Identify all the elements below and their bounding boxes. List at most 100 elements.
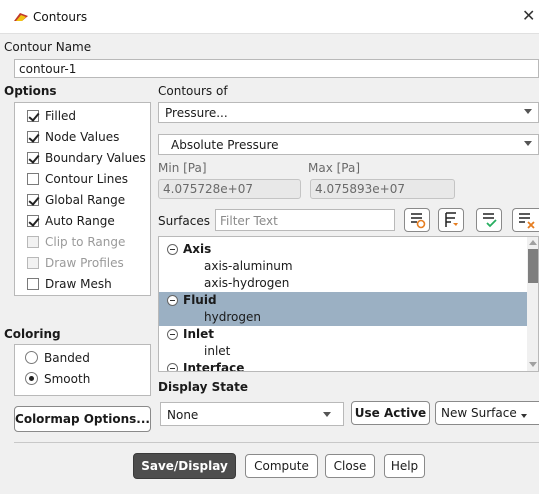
deselect-surfaces-button[interactable] bbox=[438, 208, 464, 232]
option-label: Draw Mesh bbox=[45, 276, 112, 291]
checkbox-icon[interactable] bbox=[27, 172, 39, 185]
check-surfaces-button[interactable] bbox=[476, 208, 502, 232]
list-flag-icon bbox=[445, 212, 458, 227]
collapse-icon[interactable] bbox=[167, 363, 178, 371]
contour-name-label: Contour Name bbox=[4, 40, 92, 54]
new-surface-label: New Surface bbox=[441, 406, 517, 420]
tree-label: Interface bbox=[183, 361, 245, 372]
coloring-label: Coloring bbox=[4, 327, 61, 341]
tree-item[interactable]: inlet bbox=[159, 343, 527, 360]
option-label: Auto Range bbox=[45, 213, 115, 228]
surfaces-tree[interactable]: Axis axis-aluminum axis-hydrogen Fluid hydro… bbox=[158, 236, 539, 372]
coloring-group: Banded Smooth bbox=[14, 344, 151, 396]
options-label: Options bbox=[4, 84, 57, 98]
new-surface-button[interactable]: New Surface bbox=[435, 401, 539, 425]
tree-label: hydrogen bbox=[204, 310, 261, 324]
chevron-down-icon bbox=[524, 141, 532, 146]
list-check-icon bbox=[483, 213, 497, 228]
checkbox-icon[interactable] bbox=[27, 193, 39, 206]
option-global-range[interactable]: Global Range bbox=[27, 189, 150, 210]
option-label: Global Range bbox=[45, 192, 126, 207]
tree-group-interface[interactable]: Interface bbox=[159, 360, 527, 372]
collapse-icon[interactable] bbox=[167, 295, 178, 306]
contours-of-subquantity-value: Absolute Pressure bbox=[171, 138, 279, 152]
contours-of-label: Contours of bbox=[158, 84, 228, 98]
checkbox-icon[interactable] bbox=[27, 277, 39, 290]
contour-name-input[interactable]: contour-1 bbox=[14, 59, 539, 78]
display-state-value: None bbox=[167, 408, 199, 422]
surfaces-filter-input[interactable]: Filter Text bbox=[215, 209, 395, 231]
coloring-smooth[interactable]: Smooth bbox=[25, 368, 150, 389]
options-group: Filled Node Values Boundary Values Contour … bbox=[14, 102, 151, 296]
list-clear-icon bbox=[519, 213, 535, 229]
min-label: Min [Pa] bbox=[158, 161, 207, 175]
surfaces-label: Surfaces bbox=[158, 214, 210, 228]
use-active-button[interactable]: Use Active bbox=[351, 401, 430, 425]
colormap-options-button[interactable]: Colormap Options... bbox=[14, 406, 151, 432]
tree-group-axis[interactable]: Axis bbox=[159, 241, 527, 258]
option-label: Boundary Values bbox=[45, 150, 146, 165]
radio-icon[interactable] bbox=[25, 351, 38, 364]
compute-button[interactable]: Compute bbox=[245, 454, 318, 478]
chevron-down-icon bbox=[323, 412, 331, 417]
checkbox-icon bbox=[27, 235, 39, 248]
option-label: Filled bbox=[45, 108, 77, 123]
window-title: Contours bbox=[33, 10, 88, 24]
collapse-icon[interactable] bbox=[167, 244, 178, 255]
tree-label: Axis bbox=[183, 242, 212, 256]
min-value-field: 4.075728e+07 bbox=[158, 179, 301, 199]
tree-label: Fluid bbox=[183, 293, 217, 307]
max-value-field: 4.075893e+07 bbox=[310, 179, 455, 199]
option-draw-mesh[interactable]: Draw Mesh bbox=[27, 273, 150, 294]
option-filled[interactable]: Filled bbox=[27, 105, 150, 126]
fluent-app-icon bbox=[14, 13, 28, 21]
scroll-down-icon[interactable] bbox=[529, 362, 537, 367]
checkbox-icon[interactable] bbox=[27, 214, 39, 227]
collapse-icon[interactable] bbox=[167, 329, 178, 340]
display-state-select[interactable]: None bbox=[160, 402, 344, 426]
tree-label: axis-hydrogen bbox=[204, 276, 290, 290]
option-draw-profiles: Draw Profiles bbox=[27, 252, 150, 273]
tree-item[interactable]: axis-hydrogen bbox=[159, 275, 527, 292]
option-boundary-values[interactable]: Boundary Values bbox=[27, 147, 150, 168]
help-button[interactable]: Help bbox=[384, 454, 425, 478]
display-state-label: Display State bbox=[158, 380, 248, 394]
option-label: Clip to Range bbox=[45, 234, 126, 249]
surfaces-scrollbar[interactable] bbox=[527, 237, 538, 371]
clear-surfaces-button[interactable] bbox=[512, 208, 539, 232]
chevron-down-icon bbox=[524, 109, 532, 114]
option-node-values[interactable]: Node Values bbox=[27, 126, 150, 147]
tree-group-fluid[interactable]: Fluid bbox=[159, 292, 527, 309]
tree-item[interactable]: hydrogen bbox=[159, 309, 527, 326]
max-label: Max [Pa] bbox=[308, 161, 361, 175]
tree-label: Inlet bbox=[183, 327, 214, 341]
option-label: Draw Profiles bbox=[45, 255, 124, 270]
scrollbar-thumb[interactable] bbox=[528, 249, 538, 283]
checkbox-icon[interactable] bbox=[27, 151, 39, 164]
radio-icon[interactable] bbox=[25, 372, 38, 385]
option-label: Node Values bbox=[45, 129, 120, 144]
coloring-option-label: Smooth bbox=[44, 371, 91, 386]
select-all-surfaces-button[interactable] bbox=[404, 208, 430, 232]
checkbox-icon[interactable] bbox=[27, 109, 39, 122]
coloring-option-label: Banded bbox=[44, 350, 90, 365]
option-contour-lines[interactable]: Contour Lines bbox=[27, 168, 150, 189]
close-button[interactable]: Close bbox=[325, 454, 375, 478]
coloring-banded[interactable]: Banded bbox=[25, 347, 150, 368]
contours-of-quantity-select[interactable]: Pressure... bbox=[158, 102, 539, 123]
select-all-icon bbox=[411, 213, 426, 229]
checkbox-icon[interactable] bbox=[27, 130, 39, 143]
save-display-button[interactable]: Save/Display bbox=[133, 453, 236, 479]
checkbox-icon bbox=[27, 256, 39, 269]
chevron-down-icon bbox=[520, 414, 527, 418]
tree-group-inlet[interactable]: Inlet bbox=[159, 326, 527, 343]
contours-of-subquantity-select[interactable]: Absolute Pressure bbox=[158, 134, 539, 155]
tree-label: axis-aluminum bbox=[204, 259, 293, 273]
option-label: Contour Lines bbox=[45, 171, 128, 186]
contours-of-quantity-value: Pressure... bbox=[165, 106, 228, 120]
tree-item[interactable]: axis-aluminum bbox=[159, 258, 527, 275]
scroll-up-icon[interactable] bbox=[529, 240, 537, 245]
close-icon[interactable]: ✕ bbox=[522, 8, 535, 24]
option-auto-range[interactable]: Auto Range bbox=[27, 210, 150, 231]
footer-separator bbox=[14, 442, 539, 443]
